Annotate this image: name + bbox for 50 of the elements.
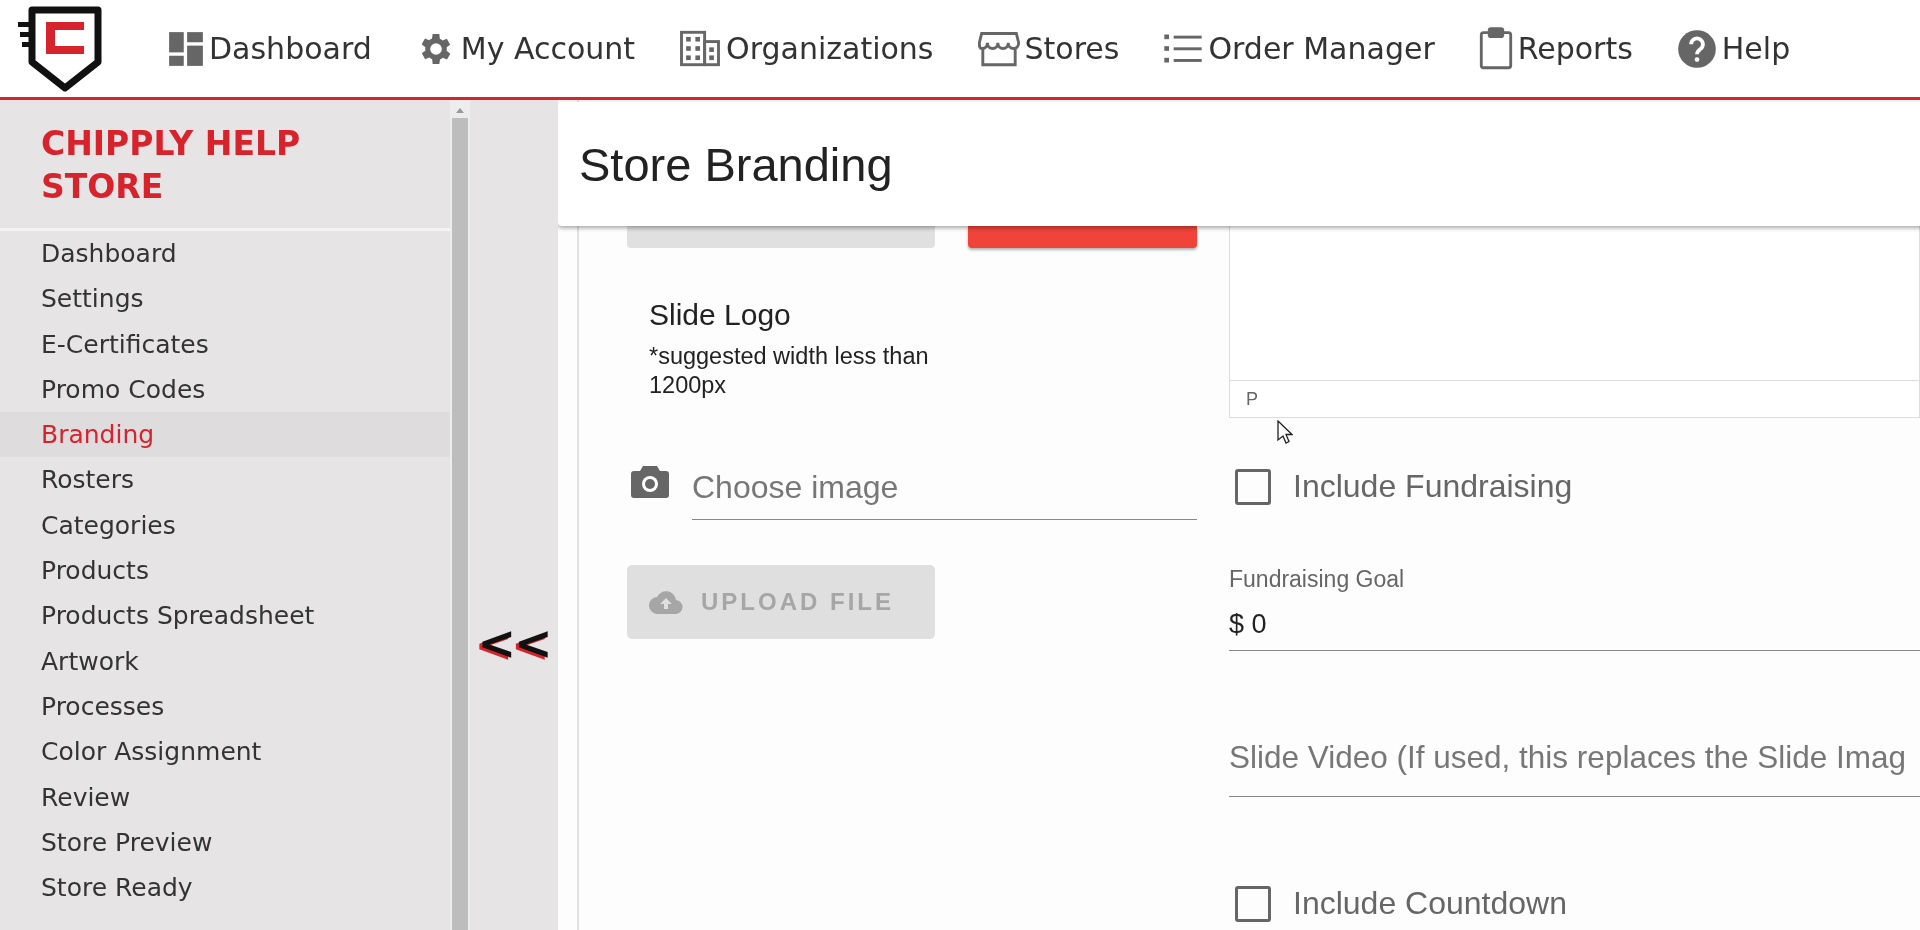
nav-link[interactable]: Dashboard: [168, 30, 372, 67]
text-field[interactable]: Slide Video (If used, this replaces the Slide Imag: [1229, 739, 1920, 797]
nav-link[interactable]: Reports: [1478, 27, 1633, 70]
sidebar-item[interactable]: Artwork: [0, 638, 450, 684]
sidebar-item[interactable]: Promo Codes: [0, 366, 450, 413]
mouse-pointer-icon: [1277, 420, 1293, 444]
file-input-field[interactable]: Choose image: [692, 469, 1197, 520]
action-button[interactable]: [627, 226, 935, 248]
nav-link[interactable]: My Account: [415, 28, 636, 69]
hint-text: *suggested width less than 1200px: [649, 342, 929, 400]
help-icon: [1676, 28, 1717, 69]
sidebar-item[interactable]: Dashboard: [0, 231, 450, 277]
sidebar-item[interactable]: Color Assignment: [0, 729, 450, 775]
sidebar-item[interactable]: Processes: [0, 683, 450, 730]
sidebar-item[interactable]: E-Certificates: [0, 321, 450, 367]
nav-link[interactable]: Help: [1676, 28, 1791, 69]
text-field[interactable]: $ 0: [1229, 609, 1920, 651]
logo-icon[interactable]: [18, 5, 102, 92]
checkbox[interactable]: [1235, 885, 1271, 922]
checkbox-label[interactable]: Include Countdown: [1293, 885, 1567, 922]
storefront-icon: [977, 30, 1020, 67]
action-button[interactable]: [968, 226, 1197, 248]
sidebar-item[interactable]: Settings: [0, 276, 450, 322]
checkbox[interactable]: [1235, 468, 1271, 505]
sidebar-item[interactable]: Store Preview: [0, 819, 450, 866]
sidebar-item[interactable]: Categories: [0, 502, 450, 549]
store-name: CHIPPLY HELP STORE: [41, 123, 302, 208]
sidebar-item[interactable]: Review: [0, 774, 450, 820]
section-title: Slide Logo: [649, 297, 792, 333]
scrollbar[interactable]: [450, 100, 470, 930]
field-label: Fundraising Goal: [1229, 565, 1406, 593]
collapse-toggle[interactable]: <<: [477, 620, 551, 666]
sidebar-item[interactable]: Products: [0, 548, 450, 594]
camera-icon: [630, 464, 670, 498]
nav-link[interactable]: Stores: [977, 30, 1120, 67]
editor-status-path: P: [1245, 388, 1259, 411]
cloud-upload-icon: [649, 590, 683, 614]
nav-link[interactable]: Order Manager: [1163, 31, 1435, 66]
dashboard-icon: [168, 30, 204, 67]
sidebar-item[interactable]: Products Spreadsheet: [0, 593, 450, 639]
building-icon: [679, 30, 722, 67]
page-title: Store Branding: [579, 136, 893, 192]
checkbox-label[interactable]: Include Fundraising: [1293, 468, 1573, 505]
sidebar-item[interactable]: Rosters: [0, 457, 450, 503]
nav-link[interactable]: Organizations: [679, 30, 934, 67]
sidebar-item[interactable]: Store Ready: [0, 865, 450, 911]
rich-text-editor[interactable]: P: [1229, 226, 1920, 418]
sidebar-item[interactable]: Branding: [0, 412, 450, 458]
clipboard-icon: [1478, 27, 1513, 70]
scroll-up-arrow-icon[interactable]: [455, 106, 465, 114]
